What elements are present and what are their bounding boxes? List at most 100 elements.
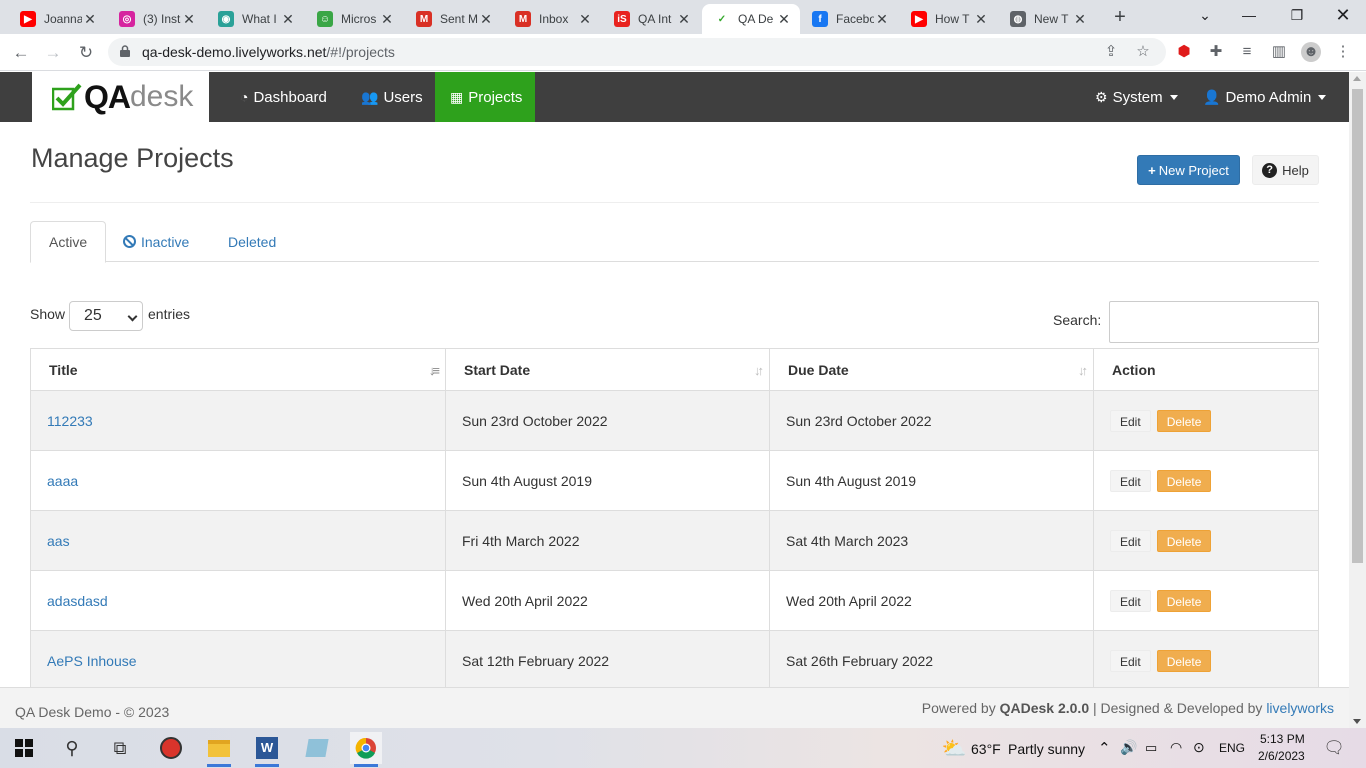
scroll-down-icon[interactable] xyxy=(1353,719,1361,724)
minimize-button[interactable]: — xyxy=(1226,4,1272,28)
close-icon[interactable]: ✕ xyxy=(973,11,989,28)
qadesk-logo[interactable]: QA desk xyxy=(32,72,209,122)
weather-temp[interactable]: 63°F xyxy=(971,741,1001,757)
edit-button[interactable]: Edit xyxy=(1110,409,1151,432)
delete-button[interactable]: Delete xyxy=(1156,529,1212,552)
delete-button[interactable]: Delete xyxy=(1156,409,1212,432)
back-icon[interactable]: ← xyxy=(8,40,34,66)
col-start-header[interactable]: Start Date ↓↑ xyxy=(445,348,770,391)
close-icon[interactable]: ✕ xyxy=(478,11,494,28)
battery-icon[interactable]: ▭ xyxy=(1145,740,1157,756)
tray-chevron-icon[interactable]: ⌃ xyxy=(1098,739,1111,757)
project-title-link[interactable]: aas xyxy=(30,510,446,571)
table-row: aaaa Sun 4th August 2019 Sun 4th August 20… xyxy=(30,450,1319,511)
new-tab-button[interactable]: + xyxy=(1108,6,1132,30)
browser-menu-icon[interactable]: ⋮ xyxy=(1333,42,1353,62)
speaker-icon[interactable]: 🔊 xyxy=(1120,739,1137,756)
close-icon[interactable]: ✕ xyxy=(1072,11,1088,28)
bookmark-star-icon[interactable]: ☆ xyxy=(1134,43,1152,61)
nav-users[interactable]: 👥 Users xyxy=(346,72,438,122)
share-icon[interactable]: ⇪ xyxy=(1102,43,1120,61)
help-button[interactable]: ? Help xyxy=(1252,155,1319,185)
nav-system-dropdown[interactable]: ⚙ System xyxy=(1080,72,1193,122)
tab-deleted[interactable]: Deleted xyxy=(210,221,294,262)
address-bar[interactable]: qa-desk-demo.livelyworks.net/#!/projects… xyxy=(108,38,1166,66)
browser-tab[interactable]: ◎ (3) Insta✕ xyxy=(107,4,205,34)
edit-button[interactable]: Edit xyxy=(1110,589,1151,612)
onedrive-icon[interactable]: ⊙ xyxy=(1193,739,1205,756)
wifi-icon[interactable]: ◠ xyxy=(1170,739,1182,756)
word-icon[interactable]: W xyxy=(251,732,283,767)
app-window-icon[interactable] xyxy=(301,732,333,764)
close-icon[interactable]: ✕ xyxy=(577,11,593,28)
browser-tab[interactable]: M Sent M ✕ xyxy=(404,4,502,34)
clock-time[interactable]: 5:13 PM xyxy=(1260,732,1305,746)
search-input[interactable] xyxy=(1109,301,1319,343)
maximize-button[interactable]: ❐ xyxy=(1274,4,1320,28)
close-window-button[interactable]: ✕ xyxy=(1320,4,1366,28)
footer-company-link[interactable]: livelyworks xyxy=(1266,700,1334,716)
browser-tab[interactable]: f Facebo ✕ xyxy=(800,4,898,34)
extensions-icon[interactable]: ✚ xyxy=(1206,42,1226,62)
delete-button[interactable]: Delete xyxy=(1156,469,1212,492)
users-icon: 👥 xyxy=(361,88,379,105)
clock-date[interactable]: 2/6/2023 xyxy=(1258,749,1305,763)
edit-button[interactable]: Edit xyxy=(1110,529,1151,552)
new-project-button[interactable]: + New Project xyxy=(1137,155,1240,185)
page-scrollbar[interactable] xyxy=(1349,72,1366,728)
scroll-thumb[interactable] xyxy=(1352,89,1363,563)
forward-icon[interactable]: → xyxy=(40,40,66,66)
close-icon[interactable]: ✕ xyxy=(874,11,890,28)
close-icon[interactable]: ✕ xyxy=(280,11,296,28)
gmail-icon: M xyxy=(416,11,432,27)
col-title-header[interactable]: Title ↓≡ xyxy=(30,348,446,391)
windows-start-icon[interactable] xyxy=(8,732,40,764)
task-view-icon[interactable]: ⧉ xyxy=(104,732,136,764)
notifications-icon[interactable]: 🗨 xyxy=(1318,732,1350,764)
profile-avatar[interactable]: ☻ xyxy=(1301,42,1321,62)
chrome-icon[interactable] xyxy=(350,732,382,767)
app-icon[interactable] xyxy=(155,732,187,764)
col-action-label: Action xyxy=(1112,361,1156,378)
close-icon[interactable]: ✕ xyxy=(676,11,692,28)
close-icon[interactable]: ✕ xyxy=(82,11,98,28)
browser-tab[interactable]: iS QA Int ✕ xyxy=(602,4,700,34)
project-title-link[interactable]: aaaa xyxy=(30,450,446,511)
close-icon[interactable]: ✕ xyxy=(379,11,395,28)
delete-button[interactable]: Delete xyxy=(1156,589,1212,612)
search-label: Search: xyxy=(1053,312,1102,328)
tab-inactive[interactable]: Inactive xyxy=(105,221,207,262)
col-due-header[interactable]: Due Date ↓↑ xyxy=(769,348,1094,391)
project-title-link[interactable]: AePS Inhouse xyxy=(30,630,446,691)
browser-tab[interactable]: ◉ What I ✕ xyxy=(206,4,304,34)
browser-tab[interactable]: ▶ How T ✕ xyxy=(899,4,997,34)
entries-select[interactable]: 25 xyxy=(69,301,143,331)
close-icon[interactable]: ✕ xyxy=(776,11,792,28)
nav-dashboard[interactable]: ◔ Dashboard xyxy=(225,72,342,122)
browser-tab[interactable]: M Inbox ✕ xyxy=(503,4,601,34)
weather-desc[interactable]: Partly sunny xyxy=(1008,741,1085,757)
tab-active[interactable]: Active xyxy=(30,221,107,263)
browser-tab[interactable]: ☺ Micros ✕ xyxy=(305,4,403,34)
project-title-link[interactable]: adasdasd xyxy=(30,570,446,631)
col-start-label: Start Date xyxy=(464,361,531,378)
close-icon[interactable]: ✕ xyxy=(181,11,197,28)
side-panel-icon[interactable]: ▥ xyxy=(1269,42,1289,62)
delete-button[interactable]: Delete xyxy=(1156,649,1212,672)
browser-tab[interactable]: ✓ QA De ✕ xyxy=(702,4,800,34)
adblock-icon[interactable]: ⬢ xyxy=(1174,42,1194,62)
nav-user-dropdown[interactable]: 👤 Demo Admin xyxy=(1188,72,1341,122)
file-explorer-icon[interactable] xyxy=(203,732,235,767)
browser-tab[interactable]: ◍ New T ✕ xyxy=(998,4,1096,34)
nav-projects[interactable]: ▦ Projects xyxy=(435,72,535,122)
scroll-up-icon[interactable] xyxy=(1353,76,1361,81)
reload-icon[interactable]: ↻ xyxy=(73,40,99,66)
media-control-icon[interactable]: ≡ xyxy=(1237,42,1257,62)
browser-tab[interactable]: ▶ Joanna ✕ xyxy=(8,4,106,34)
edit-button[interactable]: Edit xyxy=(1110,469,1151,492)
language-indicator[interactable]: ENG xyxy=(1219,741,1245,755)
project-title-link[interactable]: 112233 xyxy=(30,390,446,451)
edit-button[interactable]: Edit xyxy=(1110,649,1151,672)
tab-search-button[interactable]: ⌄ xyxy=(1182,4,1228,28)
search-icon[interactable]: ⚲ xyxy=(56,732,88,764)
